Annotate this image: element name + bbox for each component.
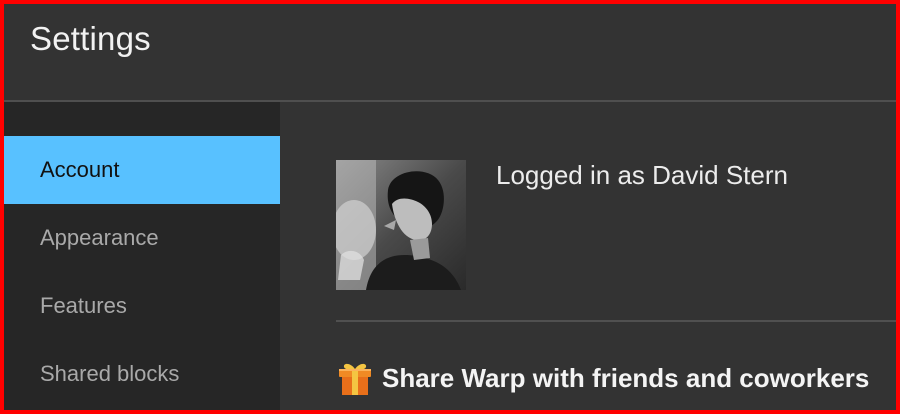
settings-header: Settings xyxy=(4,4,896,100)
page-title: Settings xyxy=(30,20,151,57)
user-photo-icon xyxy=(336,160,466,290)
settings-sidebar: Account Appearance Features Shared block… xyxy=(4,102,280,410)
sidebar-item-label: Shared blocks xyxy=(40,361,180,386)
sidebar-item-label: Appearance xyxy=(40,225,159,250)
content-divider xyxy=(336,320,896,322)
sidebar-item-shared-blocks[interactable]: Shared blocks xyxy=(4,340,280,408)
logged-in-text: Logged in as David Stern xyxy=(496,160,788,190)
sidebar-item-label: Account xyxy=(40,157,120,182)
gift-icon xyxy=(339,363,371,395)
account-panel: Logged in as David Stern Share Warp with… xyxy=(280,102,896,410)
avatar xyxy=(336,160,466,290)
settings-window: Settings Account Appearance Features Sha… xyxy=(4,4,896,410)
sidebar-item-features[interactable]: Features xyxy=(4,272,280,340)
sidebar-item-appearance[interactable]: Appearance xyxy=(4,204,280,272)
share-warp-link[interactable]: Share Warp with friends and coworkers xyxy=(336,360,869,396)
sidebar-item-label: Features xyxy=(40,293,127,318)
sidebar-item-account[interactable]: Account xyxy=(4,136,280,204)
share-warp-label: Share Warp with friends and coworkers xyxy=(382,362,870,393)
